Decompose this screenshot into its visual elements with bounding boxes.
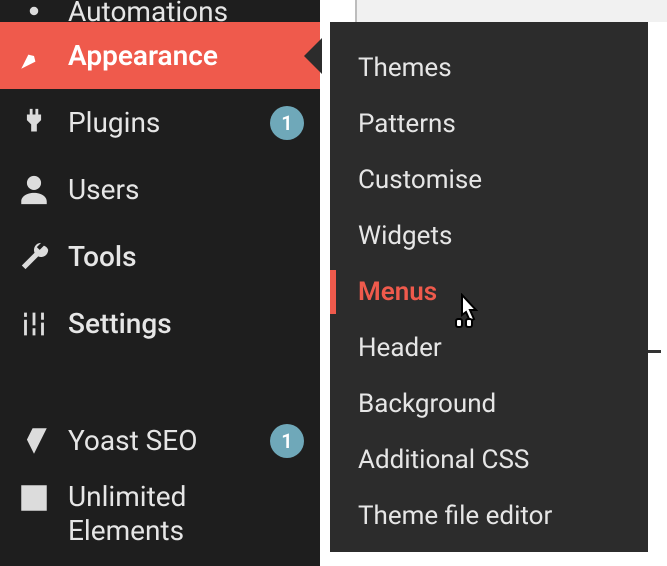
content-side-mark bbox=[647, 350, 661, 353]
settings-icon bbox=[16, 306, 52, 342]
sidebar-item-unlimited-elements[interactable]: Unlimited Elements bbox=[0, 474, 320, 559]
submenu-item-themes[interactable]: Themes bbox=[330, 40, 648, 96]
submenu-item-label: Widgets bbox=[358, 221, 452, 251]
sidebar-item-label: Yoast SEO bbox=[68, 424, 248, 457]
submenu-item-label: Themes bbox=[358, 53, 452, 83]
submenu-item-label: Theme file editor bbox=[358, 501, 552, 531]
submenu-item-header[interactable]: Header bbox=[330, 320, 648, 376]
sidebar-item-tools[interactable]: Tools bbox=[0, 223, 320, 290]
submenu-item-label: Menus bbox=[358, 277, 437, 307]
sidebar-separator bbox=[0, 357, 320, 407]
appearance-submenu: Themes Patterns Customise Widgets Menus … bbox=[330, 22, 648, 552]
sidebar-item-label: Automations bbox=[68, 0, 304, 22]
yoast-notification-badge: 1 bbox=[270, 424, 304, 458]
submenu-item-theme-file-editor[interactable]: Theme file editor bbox=[330, 488, 648, 544]
submenu-item-additional-css[interactable]: Additional CSS bbox=[330, 432, 648, 488]
users-icon bbox=[16, 172, 52, 208]
submenu-item-menus[interactable]: Menus bbox=[330, 264, 648, 320]
sidebar-item-label: Tools bbox=[68, 240, 304, 273]
appearance-icon bbox=[16, 38, 52, 74]
sidebar-item-label: Settings bbox=[68, 307, 304, 340]
yoast-icon bbox=[16, 423, 52, 459]
submenu-item-patterns[interactable]: Patterns bbox=[330, 96, 648, 152]
tools-icon bbox=[16, 239, 52, 275]
sidebar-item-yoast-seo[interactable]: Yoast SEO 1 bbox=[0, 407, 320, 474]
submenu-item-background[interactable]: Background bbox=[330, 376, 648, 432]
content-area-strip bbox=[357, 0, 667, 22]
submenu-item-customise[interactable]: Customise bbox=[330, 152, 648, 208]
sidebar-item-label: Appearance bbox=[68, 39, 304, 72]
submenu-item-widgets[interactable]: Widgets bbox=[330, 208, 648, 264]
sidebar-item-plugins[interactable]: Plugins 1 bbox=[0, 89, 320, 156]
submenu-item-label: Background bbox=[358, 389, 496, 419]
submenu-item-label: Customise bbox=[358, 165, 482, 195]
sidebar-item-label: Plugins bbox=[68, 106, 248, 139]
sidebar-item-label: Users bbox=[68, 173, 304, 206]
sidebar-item-label: Unlimited Elements bbox=[68, 480, 304, 547]
unlimited-elements-icon bbox=[16, 480, 52, 516]
sidebar-item-appearance[interactable]: Appearance bbox=[0, 22, 320, 89]
sidebar-item-settings[interactable]: Settings bbox=[0, 290, 320, 357]
submenu-item-label: Header bbox=[358, 333, 442, 363]
plugins-icon bbox=[16, 105, 52, 141]
admin-sidebar: Automations Appearance Plugins 1 Users T… bbox=[0, 0, 320, 566]
automations-icon bbox=[16, 0, 52, 22]
content-gutter-line bbox=[355, 0, 357, 22]
plugins-update-badge: 1 bbox=[270, 106, 304, 140]
submenu-item-label: Patterns bbox=[358, 109, 456, 139]
sidebar-item-users[interactable]: Users bbox=[0, 156, 320, 223]
submenu-item-label: Additional CSS bbox=[358, 445, 529, 475]
sidebar-item-automations[interactable]: Automations bbox=[0, 0, 320, 22]
